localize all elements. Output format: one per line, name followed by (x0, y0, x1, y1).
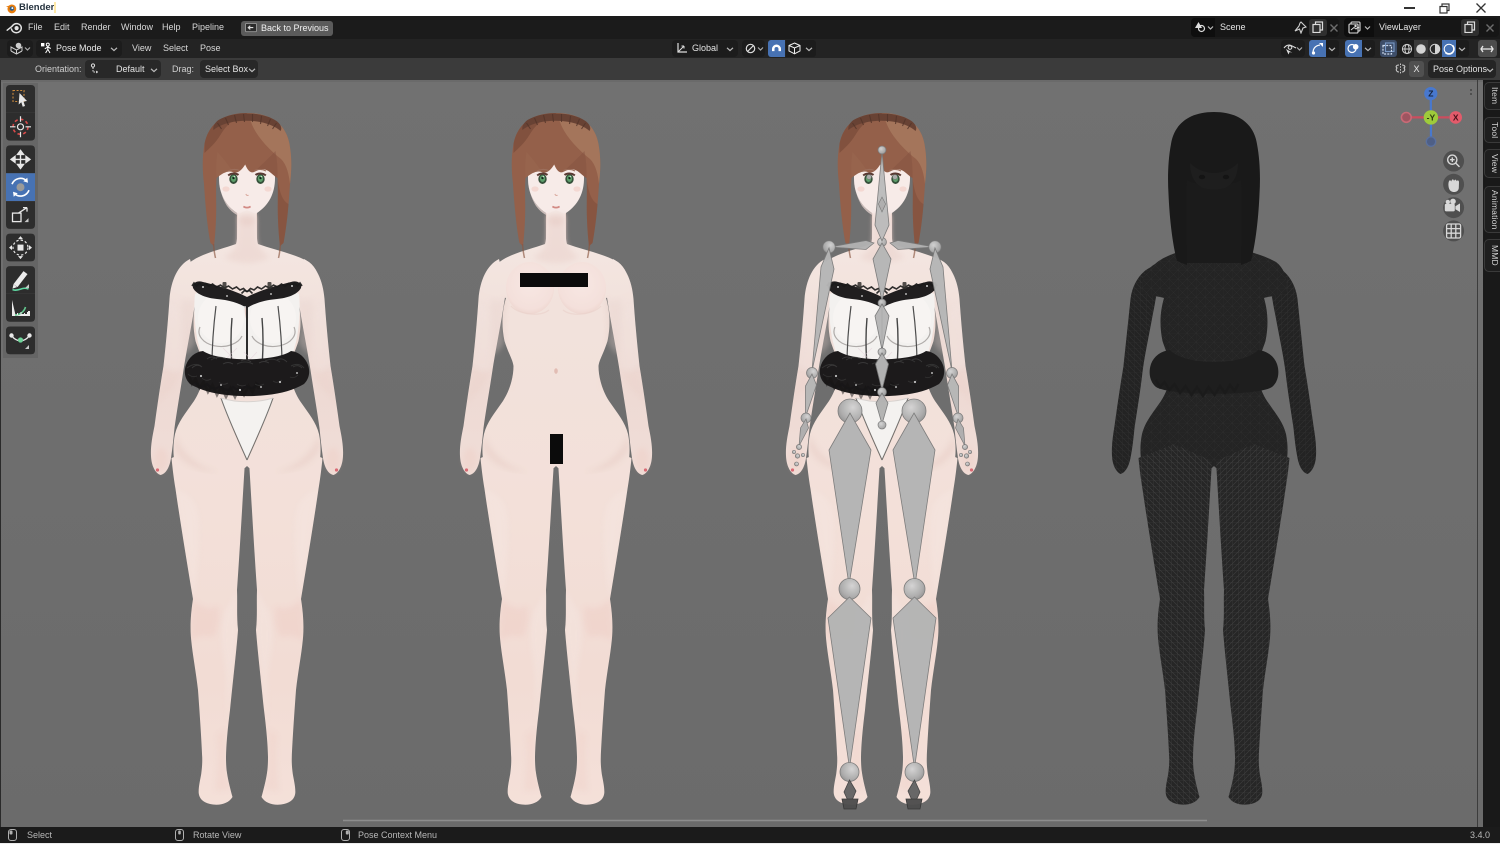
svg-text:X: X (1453, 112, 1459, 122)
svg-text:Z: Z (1428, 89, 1433, 99)
svg-text:-Y: -Y (1427, 113, 1436, 123)
